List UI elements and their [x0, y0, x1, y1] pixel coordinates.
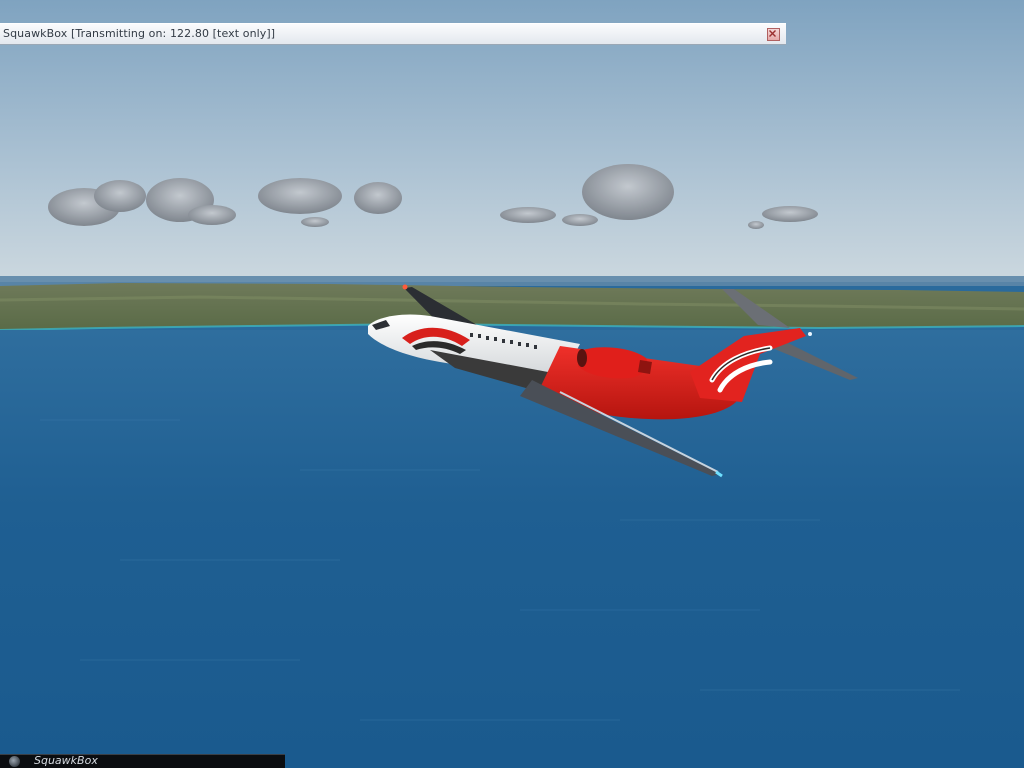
squawkbox-app-icon — [9, 756, 20, 767]
tail-light — [808, 332, 812, 336]
engine-exhaust — [638, 360, 652, 374]
squawkbox-taskbar-button[interactable]: SquawkBox — [0, 754, 285, 768]
flight-sim-viewport: SquawkBox [Transmitting on: 122.80 [text… — [0, 0, 1024, 768]
close-button[interactable] — [767, 28, 780, 41]
squawkbox-window-titlebar[interactable]: SquawkBox [Transmitting on: 122.80 [text… — [0, 23, 786, 45]
taskbar-label: SquawkBox — [34, 754, 98, 767]
engine-intake — [577, 349, 587, 367]
squawkbox-window-title: SquawkBox [Transmitting on: 122.80 [text… — [3, 27, 276, 40]
close-icon — [769, 30, 776, 37]
sea — [0, 330, 1024, 768]
scene-graphic — [0, 0, 1024, 768]
wing-tip-light-red — [402, 284, 408, 290]
